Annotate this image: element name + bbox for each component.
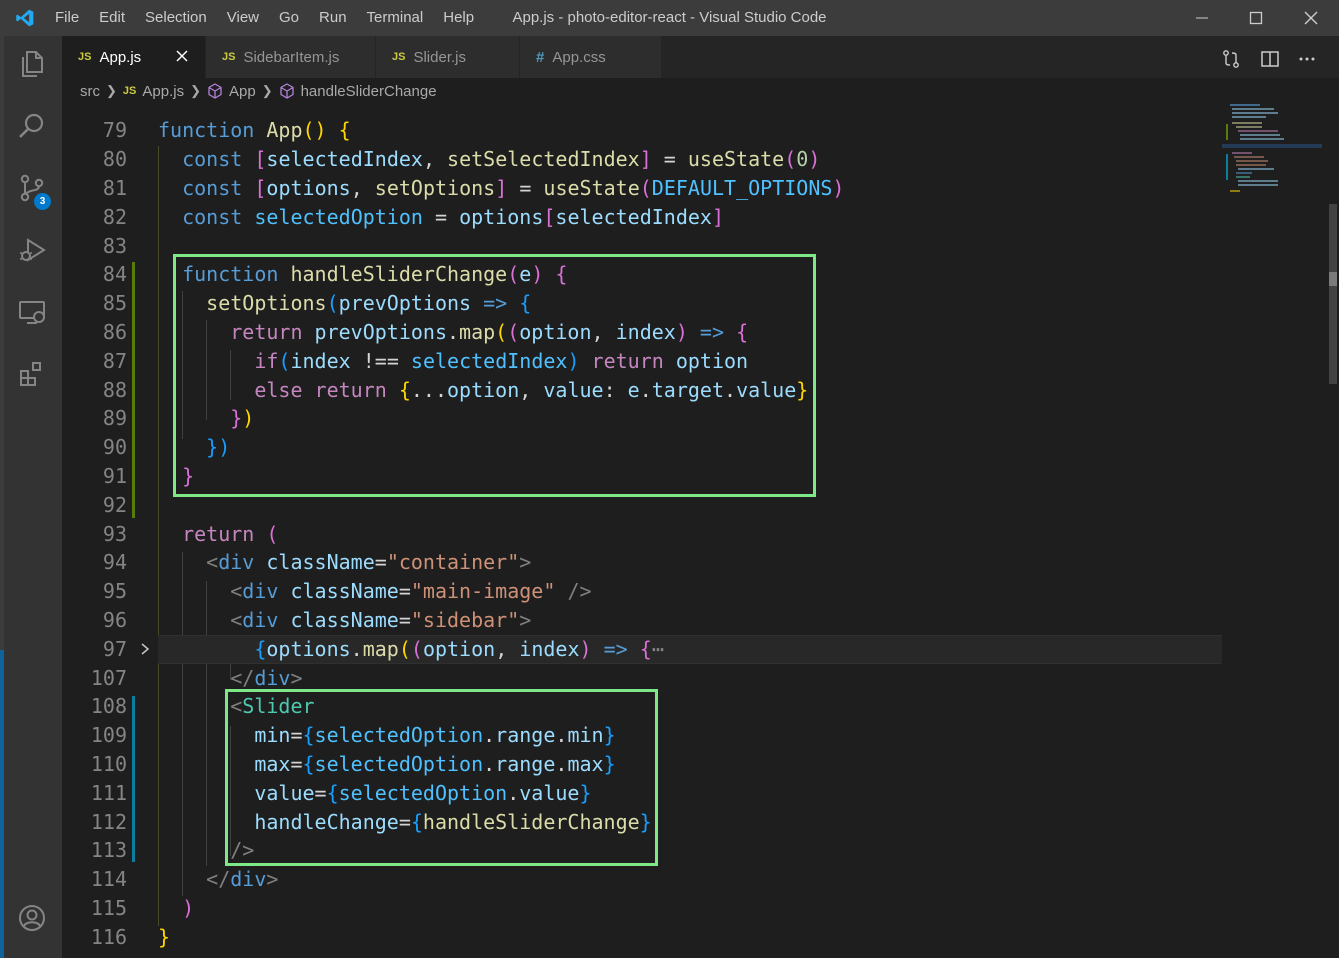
- split-editor-button[interactable]: [1258, 47, 1282, 71]
- tab-slider-js[interactable]: JS Slider.js: [376, 36, 520, 78]
- code-line: 82 const selectedOption = options[select…: [102, 205, 725, 229]
- css-file-icon: #: [536, 48, 545, 66]
- search-icon: [19, 113, 44, 138]
- more-actions-button[interactable]: [1295, 47, 1319, 71]
- explorer-button[interactable]: [14, 46, 50, 82]
- chevron-right-icon[interactable]: [138, 641, 152, 657]
- maximize-icon: [1249, 11, 1263, 25]
- code-editor[interactable]: 79 function App() { 80 const [selectedInd…: [62, 104, 1222, 958]
- run-debug-button[interactable]: [14, 232, 50, 268]
- tab-app-css[interactable]: # App.css: [520, 36, 662, 78]
- code-line: 94 <div className="container">: [102, 550, 532, 574]
- method-cube-icon: [279, 83, 294, 99]
- vertical-scrollbar[interactable]: [1326, 104, 1339, 958]
- code-line-folded: 97 {options.map((option, index) => {⋯: [102, 637, 664, 661]
- js-file-icon: JS: [222, 51, 236, 63]
- chevron-right-icon: ❯: [261, 83, 273, 98]
- chevron-right-icon: ❯: [106, 83, 117, 98]
- ellipsis-icon: [1299, 57, 1315, 61]
- accounts-button[interactable]: [14, 900, 50, 936]
- breadcrumb: src ❯ JS App.js ❯ App ❯ handleSliderChan…: [62, 78, 1232, 104]
- tab-app-js[interactable]: JS App.js: [62, 36, 206, 78]
- minimap[interactable]: [1222, 104, 1326, 958]
- close-icon: [1304, 11, 1318, 25]
- tab-label: App.js: [99, 48, 142, 66]
- code-line: 114 </div>: [90, 867, 279, 891]
- code-line: 96 <div className="sidebar">: [102, 608, 532, 632]
- run-debug-icon: [20, 238, 46, 262]
- activity-bar-edge-accent: [0, 650, 4, 958]
- highlight-box-handler: [173, 254, 816, 497]
- vscode-logo-icon: [16, 9, 34, 27]
- scrollbar-thumb[interactable]: [1329, 204, 1337, 384]
- js-file-icon: JS: [122, 85, 137, 97]
- remote-explorer-button[interactable]: [14, 294, 50, 330]
- tab-label: SidebarItem.js: [243, 48, 340, 66]
- code-line: 115 ): [90, 896, 195, 920]
- title-bar: File Edit Selection View Go Run Terminal…: [0, 0, 1339, 36]
- open-changes-button[interactable]: [1219, 47, 1243, 71]
- tab-bar: JS App.js JS SidebarItem.js JS Slider.js…: [62, 36, 1339, 78]
- code-line: 80 const [selectedIndex, setSelectedInde…: [102, 147, 821, 171]
- split-editor-icon: [1261, 51, 1279, 67]
- scrollbar-cursor-marker: [1329, 272, 1337, 286]
- menu-edit[interactable]: Edit: [89, 0, 135, 36]
- remote-explorer-icon: [19, 301, 45, 324]
- code-line: 116}: [90, 925, 171, 949]
- menu-selection[interactable]: Selection: [135, 0, 217, 36]
- menu-help[interactable]: Help: [433, 0, 484, 36]
- code-line: 93 return (: [102, 522, 279, 546]
- breadcrumb-file[interactable]: App.js: [142, 83, 184, 100]
- menu-go[interactable]: Go: [269, 0, 309, 36]
- extensions-button[interactable]: [14, 356, 50, 392]
- tab-label: App.css: [552, 48, 606, 66]
- tab-label: Slider.js: [413, 48, 466, 66]
- code-line: 95 <div className="main-image" />: [102, 579, 592, 603]
- breadcrumb-symbol-handler[interactable]: handleSliderChange: [301, 83, 437, 100]
- breadcrumb-folder[interactable]: src: [80, 83, 100, 100]
- method-cube-icon: [208, 83, 222, 99]
- close-window-button[interactable]: [1286, 0, 1336, 36]
- maximize-button[interactable]: [1231, 0, 1281, 36]
- extensions-icon: [20, 362, 41, 386]
- js-file-icon: JS: [78, 51, 92, 63]
- code-line: 79 function App() {: [102, 118, 351, 142]
- activity-bar: 3: [0, 36, 62, 958]
- compare-changes-icon: [1223, 50, 1239, 68]
- js-file-icon: JS: [392, 51, 406, 63]
- menu-bar: File Edit Selection View Go Run Terminal…: [45, 0, 484, 36]
- highlight-box-slider: [225, 689, 658, 866]
- menu-view[interactable]: View: [217, 0, 269, 36]
- minimize-icon: [1196, 17, 1208, 19]
- scm-changes-badge: 3: [34, 193, 51, 210]
- close-icon[interactable]: [173, 47, 191, 65]
- minimize-button[interactable]: [1177, 0, 1227, 36]
- menu-file[interactable]: File: [45, 0, 89, 36]
- code-line: 81 const [options, setOptions] = useStat…: [102, 176, 845, 200]
- chevron-right-icon: ❯: [190, 83, 201, 98]
- breadcrumb-symbol-app[interactable]: App: [229, 83, 256, 100]
- files-icon: [22, 51, 43, 77]
- tab-sidebaritem-js[interactable]: JS SidebarItem.js: [206, 36, 376, 78]
- account-icon: [19, 905, 45, 931]
- menu-run[interactable]: Run: [309, 0, 357, 36]
- search-button[interactable]: [14, 108, 50, 144]
- menu-terminal[interactable]: Terminal: [357, 0, 434, 36]
